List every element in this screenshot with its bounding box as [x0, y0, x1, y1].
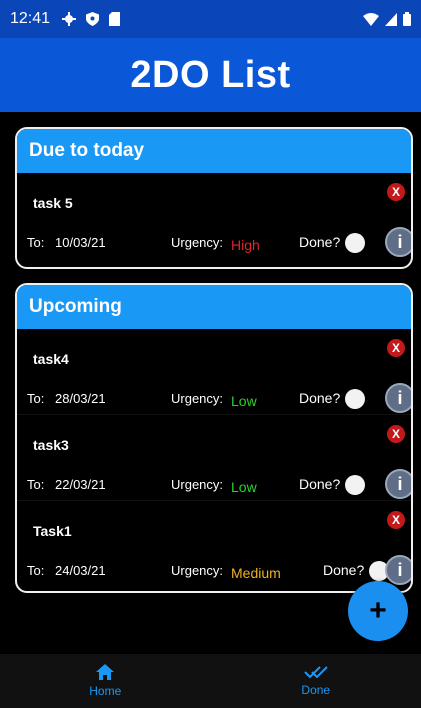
app-header: 2DO List [0, 38, 421, 112]
urgency-label: Urgency: [171, 563, 224, 578]
task-name: task3 [33, 437, 69, 453]
home-icon [96, 664, 115, 680]
task-name: Task1 [33, 523, 72, 539]
bottom-nav: Home Done [0, 654, 421, 708]
done-label: Done? [299, 476, 341, 492]
due-date: 10/03/21 [55, 235, 106, 250]
done-label: Done? [299, 390, 341, 406]
done-toggle[interactable] [345, 475, 365, 495]
task-card[interactable]: X task3 To: 22/03/21 Urgency: Low Done? … [17, 415, 411, 501]
due-label: To: [27, 235, 45, 250]
delete-task-button[interactable]: X [387, 183, 405, 201]
urgency-value: High [231, 237, 260, 253]
done-label: Done? [299, 234, 341, 250]
add-task-button[interactable]: + [348, 581, 408, 641]
delete-task-button[interactable]: X [387, 511, 405, 529]
done-label: Done? [323, 562, 365, 578]
delete-task-button[interactable]: X [387, 425, 405, 443]
urgency-label: Urgency: [171, 235, 224, 250]
due-label: To: [27, 391, 45, 406]
status-bar: 12:41 [0, 0, 421, 38]
page-title: 2DO List [130, 53, 291, 96]
battery-icon [403, 12, 411, 26]
due-label: To: [27, 477, 45, 492]
info-icon[interactable]: i [385, 469, 411, 499]
due-label: To: [27, 563, 45, 578]
info-icon[interactable]: i [385, 227, 411, 257]
nav-done[interactable]: Done [211, 654, 421, 708]
sd-card-icon [109, 12, 121, 26]
urgency-label: Urgency: [171, 391, 224, 406]
task-card[interactable]: X task 5 To: 10/03/21 Urgency: High Done… [17, 173, 411, 259]
double-check-icon [304, 666, 328, 679]
task-name: task 5 [33, 195, 73, 211]
nav-home-label: Home [89, 684, 122, 698]
info-icon[interactable]: i [385, 555, 411, 585]
done-toggle[interactable] [345, 233, 365, 253]
section-upcoming: Upcoming X task4 To: 28/03/21 Urgency: L… [15, 283, 413, 593]
due-date: 24/03/21 [55, 563, 106, 578]
section-today: Due to today X task 5 To: 10/03/21 Urgen… [15, 127, 413, 269]
task-card[interactable]: X Task1 To: 24/03/21 Urgency: Medium Don… [17, 501, 411, 587]
signal-icon [385, 12, 397, 26]
due-date: 22/03/21 [55, 477, 106, 492]
due-date: 28/03/21 [55, 391, 106, 406]
section-header-upcoming: Upcoming [17, 285, 411, 329]
status-time: 12:41 [10, 10, 51, 27]
nav-home[interactable]: Home [0, 654, 211, 708]
task-card[interactable]: X task4 To: 28/03/21 Urgency: Low Done? … [17, 329, 411, 415]
shield-icon [86, 12, 100, 26]
urgency-value: Medium [231, 565, 281, 581]
task-name: task4 [33, 351, 69, 367]
section-header-today: Due to today [17, 129, 411, 173]
task-list-area[interactable]: Due to today X task 5 To: 10/03/21 Urgen… [0, 112, 421, 654]
info-icon[interactable]: i [385, 383, 411, 413]
urgency-value: Low [231, 393, 257, 409]
gear-icon [62, 12, 77, 26]
wifi-icon [363, 12, 379, 26]
urgency-value: Low [231, 479, 257, 495]
done-toggle[interactable] [345, 389, 365, 409]
delete-task-button[interactable]: X [387, 339, 405, 357]
nav-done-label: Done [301, 683, 331, 697]
urgency-label: Urgency: [171, 477, 224, 492]
